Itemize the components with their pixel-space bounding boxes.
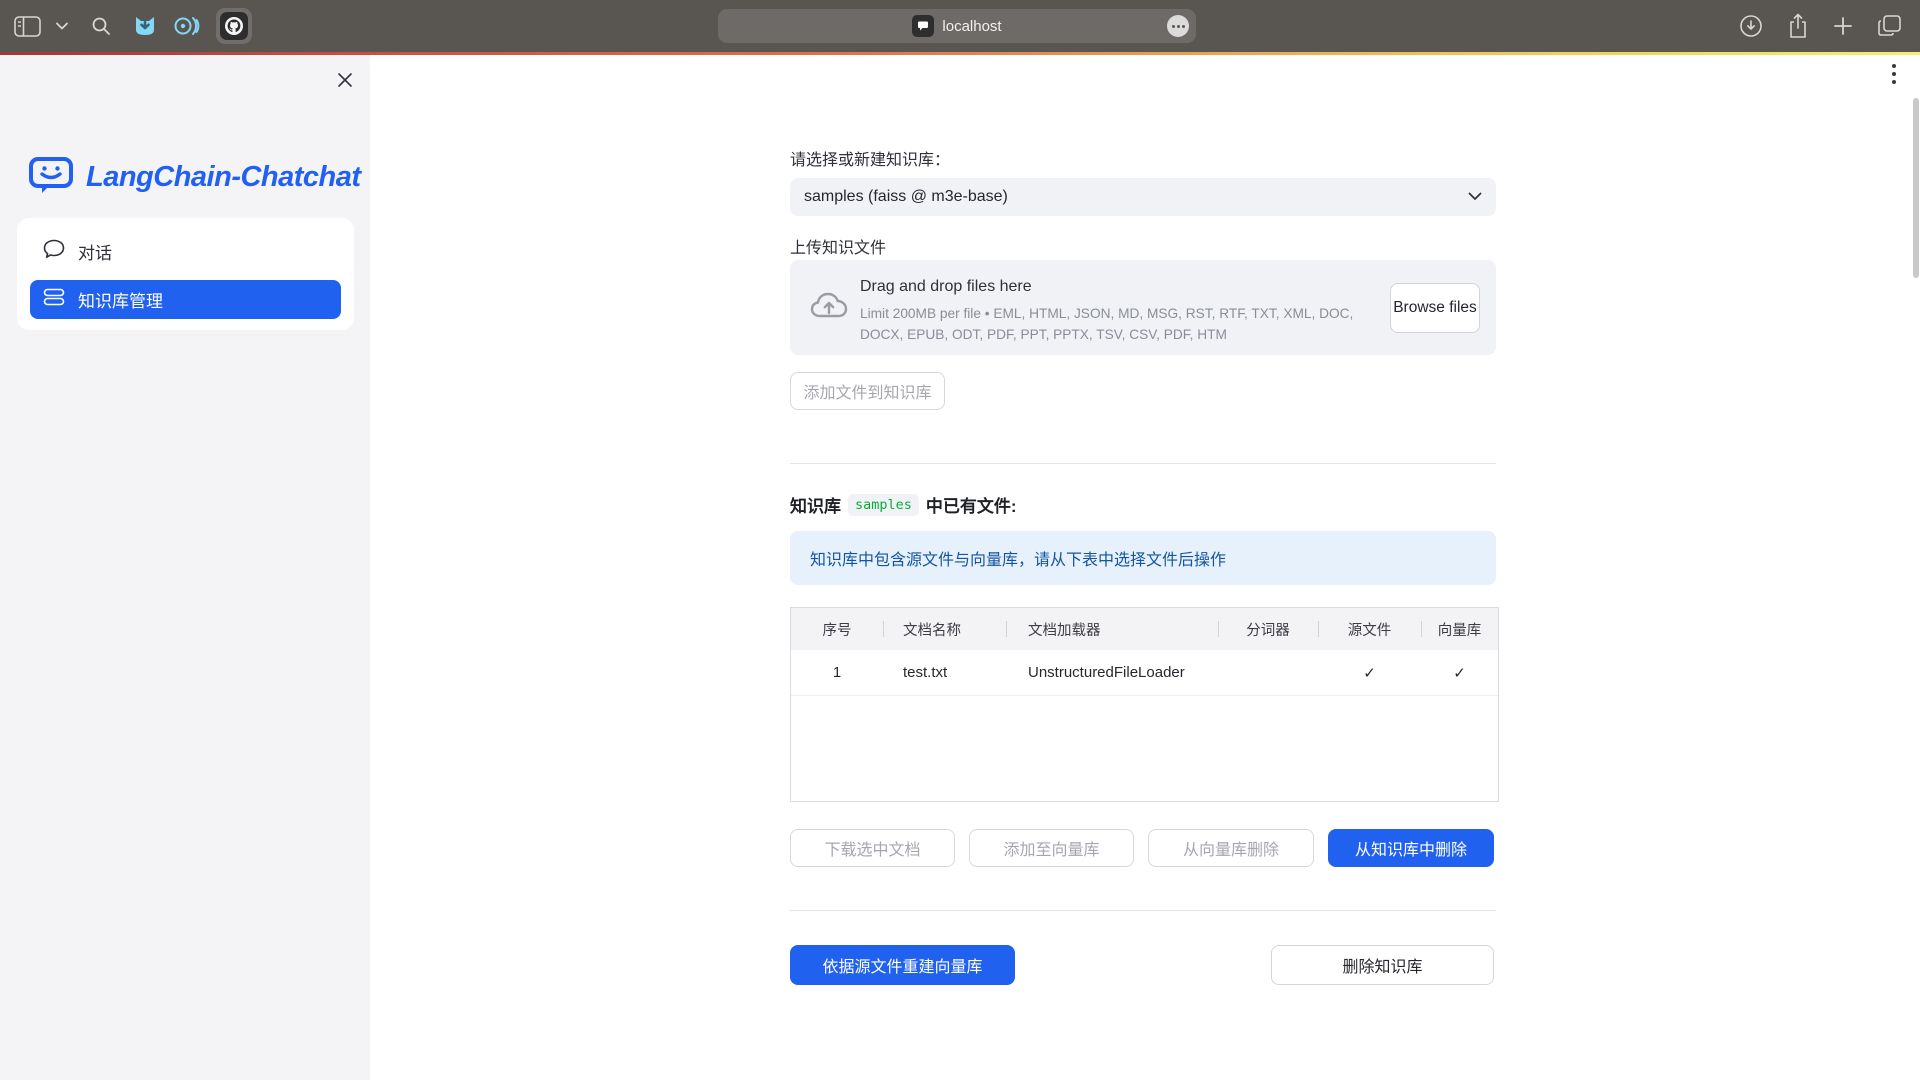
col-header-source: 源文件: [1318, 608, 1421, 650]
download-icon[interactable]: [1739, 14, 1763, 38]
sidebar: LangChain-Chatchat 对话 知识库管理: [0, 55, 370, 1080]
kb-selectbox-value: samples (faiss @ m3e-base): [804, 188, 1008, 206]
sidebar-close-icon[interactable]: [335, 70, 355, 90]
database-icon: [43, 288, 65, 311]
site-favicon: [912, 15, 934, 37]
chevron-down-icon: [1468, 188, 1482, 206]
github-extension-icon[interactable]: [216, 8, 252, 44]
info-banner-text: 知识库中包含源文件与向量库，请从下表中选择文件后操作: [810, 546, 1226, 570]
cell-name: test.txt: [883, 650, 1006, 695]
col-header-loader: 文档加载器: [1006, 608, 1218, 650]
app-menu-kebab-icon[interactable]: [1892, 64, 1896, 84]
cell-source-check: ✓: [1318, 650, 1421, 695]
kb-select-label: 请选择或新建知识库：: [790, 146, 950, 170]
delete-from-kb-button[interactable]: 从知识库中删除: [1328, 829, 1494, 867]
search-icon[interactable]: [91, 16, 111, 36]
address-text: localhost: [942, 18, 1001, 35]
delete-from-vector-button[interactable]: 从向量库删除: [1148, 829, 1314, 867]
heading-prefix: 知识库: [790, 492, 841, 517]
col-header-splitter: 分词器: [1218, 608, 1318, 650]
cloud-upload-icon: [810, 290, 848, 327]
browser-toolbar: localhost: [0, 0, 1920, 52]
share-icon[interactable]: [1787, 13, 1809, 39]
files-table: 序号 文档名称 文档加载器 分词器 源文件 向量库 1 test.txt Uns…: [790, 607, 1499, 802]
chevron-down-icon[interactable]: [56, 22, 68, 30]
cell-splitter: [1218, 650, 1318, 695]
table-row[interactable]: 1 test.txt UnstructuredFileLoader ✓ ✓: [791, 650, 1498, 696]
add-to-vector-button[interactable]: 添加至向量库: [969, 829, 1134, 867]
info-banner: 知识库中包含源文件与向量库，请从下表中选择文件后操作: [790, 531, 1496, 585]
delete-kb-button[interactable]: 删除知识库: [1271, 945, 1494, 985]
circles-extension-icon[interactable]: [173, 14, 201, 38]
cat-extension-icon[interactable]: [132, 13, 158, 39]
kb-name-code: samples: [848, 494, 919, 516]
sidebar-item-label: 对话: [78, 239, 112, 264]
dropzone-title: Drag and drop files here: [860, 278, 1032, 296]
new-tab-icon[interactable]: [1833, 16, 1853, 36]
sidebar-item-dialogue[interactable]: 对话: [30, 232, 341, 271]
chat-bubble-logo-icon: [28, 155, 74, 200]
address-bar[interactable]: localhost: [718, 9, 1196, 43]
cell-vector-check: ✓: [1421, 650, 1498, 695]
col-header-name: 文档名称: [883, 608, 1006, 650]
app-logo-text: LangChain-Chatchat: [86, 161, 361, 194]
browse-files-button[interactable]: Browse files: [1390, 283, 1480, 333]
download-selected-button[interactable]: 下载选中文档: [790, 829, 955, 867]
speech-bubble-icon: [43, 239, 65, 264]
page-menu-ellipsis-icon[interactable]: [1167, 15, 1189, 37]
screen: localhost LangChain: [0, 0, 1920, 1080]
col-header-vector: 向量库: [1421, 608, 1498, 650]
col-header-index: 序号: [791, 608, 883, 650]
rebuild-vector-store-button[interactable]: 依据源文件重建向量库: [790, 945, 1015, 985]
kb-selectbox[interactable]: samples (faiss @ m3e-base): [790, 178, 1496, 216]
app-logo: LangChain-Chatchat: [28, 155, 361, 200]
divider: [790, 463, 1496, 464]
file-dropzone[interactable]: Drag and drop files here Limit 200MB per…: [790, 260, 1496, 355]
upload-label: 上传知识文件: [790, 234, 886, 258]
tab-overview-icon[interactable]: [1877, 14, 1902, 38]
dropzone-hint: Limit 200MB per file • EML, HTML, JSON, …: [860, 303, 1372, 345]
files-table-header: 序号 文档名称 文档加载器 分词器 源文件 向量库: [791, 608, 1498, 650]
sidebar-item-knowledge-base[interactable]: 知识库管理: [30, 280, 341, 319]
kb-files-heading: 知识库 samples 中已有文件:: [790, 492, 1017, 517]
vertical-scrollbar[interactable]: [1913, 98, 1919, 278]
sidebar-toggle-icon[interactable]: [14, 16, 41, 37]
cell-index: 1: [791, 650, 883, 695]
add-files-button[interactable]: 添加文件到知识库: [790, 372, 945, 410]
sidebar-item-label: 知识库管理: [78, 287, 163, 312]
sidebar-nav: 对话 知识库管理: [17, 218, 354, 330]
heading-suffix: 中已有文件:: [926, 492, 1017, 517]
divider: [790, 910, 1496, 911]
cell-loader: UnstructuredFileLoader: [1006, 650, 1218, 695]
